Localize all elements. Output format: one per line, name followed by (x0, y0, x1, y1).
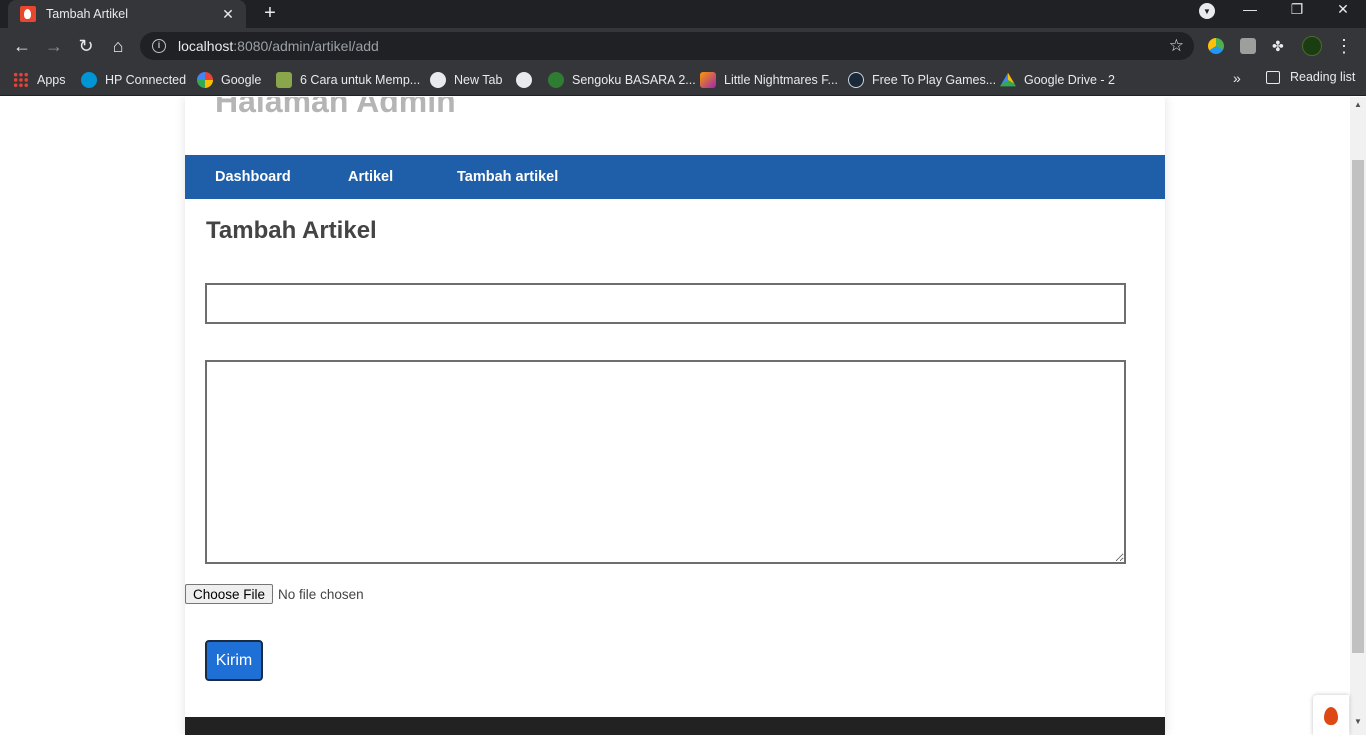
page-viewport: Halaman Admin Dashboard Artikel Tambah a… (0, 97, 1350, 735)
tab-title: Tambah Artikel (46, 7, 128, 21)
tab-strip: Tambah Artikel ✕ + ▼ — ❐ ✕ (0, 0, 1366, 28)
site-title: Halaman Admin (215, 97, 456, 119)
bookmark-item[interactable]: New Tab (430, 70, 502, 90)
debug-toolbar-toggle[interactable] (1313, 695, 1349, 735)
scroll-down-icon[interactable]: ▼ (1350, 714, 1366, 730)
nav-artikel-link[interactable]: Artikel (348, 155, 393, 199)
bookmark-item[interactable]: HP Connected (81, 70, 186, 90)
site-icon (548, 72, 564, 88)
globe-icon (430, 72, 446, 88)
bookmark-item[interactable]: Apps (13, 70, 66, 90)
extension-icon[interactable] (1240, 38, 1256, 54)
extension-icon[interactable] (1208, 38, 1224, 54)
drive-icon (1000, 72, 1016, 87)
bookmark-item[interactable]: Little Nightmares F... (700, 70, 838, 90)
folder-icon (700, 72, 716, 88)
profile-avatar[interactable] (1302, 36, 1322, 56)
bookmark-item[interactable]: Sengoku BASARA 2... (548, 70, 696, 90)
steam-icon (848, 72, 864, 88)
nav-tambah-artikel-link[interactable]: Tambah artikel (457, 155, 558, 199)
bookmark-item[interactable]: Google (197, 70, 261, 90)
main-nav: Dashboard Artikel Tambah artikel (185, 155, 1165, 199)
address-bar[interactable]: i localhost:8080/admin/artikel/add ☆ (140, 32, 1194, 60)
codeigniter-flame-icon (1324, 707, 1338, 725)
url-text: localhost:8080/admin/artikel/add (178, 38, 379, 54)
content-textarea[interactable] (205, 360, 1126, 564)
tab-close-icon[interactable]: ✕ (220, 6, 236, 23)
new-tab-button[interactable]: + (258, 2, 282, 26)
reading-list-icon (1266, 70, 1280, 84)
forward-button[interactable]: → (42, 34, 66, 58)
file-status-text: No file chosen (278, 586, 364, 602)
reload-button[interactable]: ↻ (74, 34, 98, 58)
restore-button[interactable]: ❐ (1274, 0, 1320, 22)
page-heading: Tambah Artikel (206, 217, 377, 244)
wikihow-icon (276, 72, 292, 88)
tab-search-icon[interactable]: ▼ (1199, 3, 1215, 19)
nav-dashboard-link[interactable]: Dashboard (215, 155, 291, 199)
browser-toolbar: ← → ↻ ⌂ i localhost:8080/admin/artikel/a… (0, 28, 1366, 64)
choose-file-button[interactable]: Choose File (185, 584, 274, 604)
close-window-button[interactable]: ✕ (1320, 0, 1366, 22)
bookmark-item[interactable]: 6 Cara untuk Memp... (276, 70, 420, 90)
bookmark-item[interactable]: Free To Play Games... (848, 70, 996, 90)
hp-icon (81, 72, 97, 88)
minimize-button[interactable]: — (1227, 0, 1273, 22)
page-container: Halaman Admin Dashboard Artikel Tambah a… (185, 97, 1165, 735)
apps-grid-icon (13, 72, 29, 88)
browser-tab[interactable]: Tambah Artikel ✕ (8, 0, 246, 28)
extensions-puzzle-icon[interactable]: ✤ (1272, 38, 1288, 54)
bookmark-star-icon[interactable]: ☆ (1169, 36, 1184, 56)
back-button[interactable]: ← (10, 34, 34, 58)
title-input[interactable] (205, 283, 1126, 324)
bookmarks-bar: Apps HP Connected Google 6 Cara untuk Me… (0, 64, 1366, 96)
codeigniter-favicon-icon (20, 6, 36, 22)
globe-icon (516, 72, 532, 88)
google-icon (197, 72, 213, 88)
page-footer (185, 717, 1165, 735)
file-input: Choose File No file chosen (185, 584, 364, 604)
submit-button[interactable]: Kirim (205, 640, 263, 681)
home-button[interactable]: ⌂ (106, 34, 130, 58)
scroll-up-icon[interactable]: ▲ (1350, 97, 1366, 113)
scroll-thumb[interactable] (1352, 160, 1364, 653)
reading-list-button[interactable]: Reading list (1266, 70, 1355, 84)
bookmark-item[interactable]: Google Drive - 2 (1000, 70, 1115, 90)
bookmark-item[interactable] (516, 70, 540, 90)
browser-menu-icon[interactable]: ⋮ (1334, 34, 1354, 58)
vertical-scrollbar[interactable]: ▲ ▼ (1350, 97, 1366, 735)
site-info-icon[interactable]: i (152, 39, 166, 53)
bookmarks-overflow-icon[interactable]: » (1233, 70, 1241, 86)
